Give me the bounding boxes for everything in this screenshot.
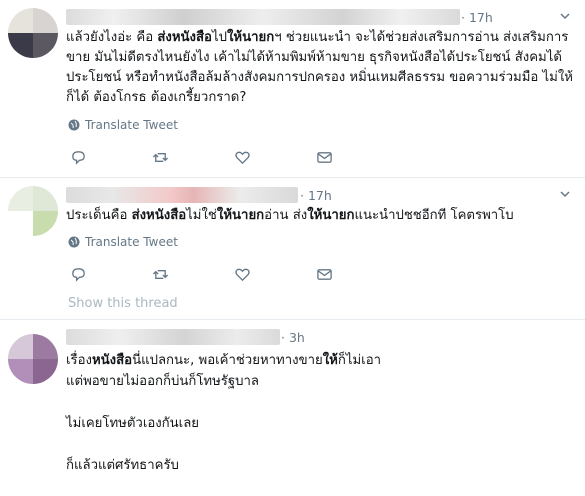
action-bar xyxy=(70,265,398,283)
translate-label: Translate Tweet xyxy=(85,235,178,249)
retweet-icon xyxy=(152,269,169,279)
reply-icon xyxy=(72,267,85,282)
heart-icon xyxy=(235,151,250,164)
action-bar xyxy=(70,148,398,166)
translate-link[interactable]: Translate Tweet xyxy=(68,235,178,249)
dm-button[interactable] xyxy=(316,265,398,283)
timestamp[interactable]: · 17h xyxy=(300,188,332,203)
avatar[interactable] xyxy=(8,334,58,384)
chevron-down-icon[interactable] xyxy=(559,188,571,200)
tweet-text-segment: ไป xyxy=(211,30,227,45)
avatar[interactable] xyxy=(8,8,58,58)
tweet-text-segment: ไม่ใช่ xyxy=(186,208,217,223)
timestamp[interactable]: · 3h xyxy=(281,330,305,345)
reply-icon xyxy=(72,150,85,165)
tweet-text-segment: แนะนำปชชอีกที โคตรพาโบ xyxy=(354,208,514,223)
avatar[interactable] xyxy=(8,186,58,236)
highlighted-keyword: หนังสือ xyxy=(91,353,133,368)
envelope-icon xyxy=(317,151,332,163)
retweet-button[interactable] xyxy=(152,148,234,166)
retweet-button[interactable] xyxy=(152,265,234,283)
tweet-text-segment: นี่แปลกนะ, พอเค้าช่วยหาทางขาย xyxy=(132,353,323,368)
retweet-icon xyxy=(152,152,169,162)
reply-button[interactable] xyxy=(70,148,152,166)
chevron-down-icon[interactable] xyxy=(559,10,571,22)
highlighted-keyword: ส่งหนังสือ xyxy=(131,208,187,223)
tweet-text-segment: อ่าน ส่ง xyxy=(264,208,308,223)
tweet-1[interactable]: · 17h แล้วยังไงอ่ะ คือ ส่งหนังสือไปให้นา… xyxy=(0,0,585,178)
like-button[interactable] xyxy=(234,265,316,283)
highlighted-keyword: ให้นายก xyxy=(216,208,265,223)
highlighted-keyword: ให้นายก xyxy=(226,30,275,45)
highlighted-keyword: ส่งหนังสือ xyxy=(157,30,212,45)
envelope-icon xyxy=(317,268,332,280)
username-redacted xyxy=(66,187,298,203)
globe-icon xyxy=(68,119,80,131)
username-redacted xyxy=(66,329,280,345)
tweet-text: แล้วยังไงอ่ะ คือ ส่งหนังสือไปให้นายกฯ ช่… xyxy=(66,28,576,108)
reply-button[interactable] xyxy=(70,265,152,283)
globe-icon xyxy=(68,236,80,248)
translate-label: Translate Tweet xyxy=(85,118,178,132)
highlighted-keyword: ให้ xyxy=(322,353,338,368)
tweet-2[interactable]: · 17h ประเด็นคือ ส่งหนังสือไม่ใช่ให้นายก… xyxy=(0,178,585,320)
translate-link[interactable]: Translate Tweet xyxy=(68,118,178,132)
heart-icon xyxy=(235,268,250,281)
highlighted-keyword: ให้นายก xyxy=(307,208,355,223)
tweet-3[interactable]: · 3h เรื่องหนังสือนี่แปลกนะ, พอเค้าช่วยห… xyxy=(0,320,585,496)
tweet-text: ประเด็นคือ ส่งหนังสือไม่ใช่ให้นายกอ่าน ส… xyxy=(66,206,576,226)
tweet-text-segment: ก็ไม่เอา แต่พอขายไม่ออกก็บ่นก็โทษรัฐบาล … xyxy=(66,353,382,473)
timestamp[interactable]: · 17h xyxy=(461,10,493,25)
like-button[interactable] xyxy=(234,148,316,166)
tweet-text-segment: ประเด็นคือ xyxy=(66,208,132,223)
tweet-text-segment: เรื่อง xyxy=(66,353,92,368)
dm-button[interactable] xyxy=(316,148,398,166)
show-thread-link[interactable]: Show this thread xyxy=(68,296,178,311)
tweet-text: เรื่องหนังสือนี่แปลกนะ, พอเค้าช่วยหาทางข… xyxy=(66,350,576,476)
username-redacted xyxy=(66,9,460,25)
tweet-text-segment: แล้วยังไงอ่ะ คือ xyxy=(66,30,158,45)
